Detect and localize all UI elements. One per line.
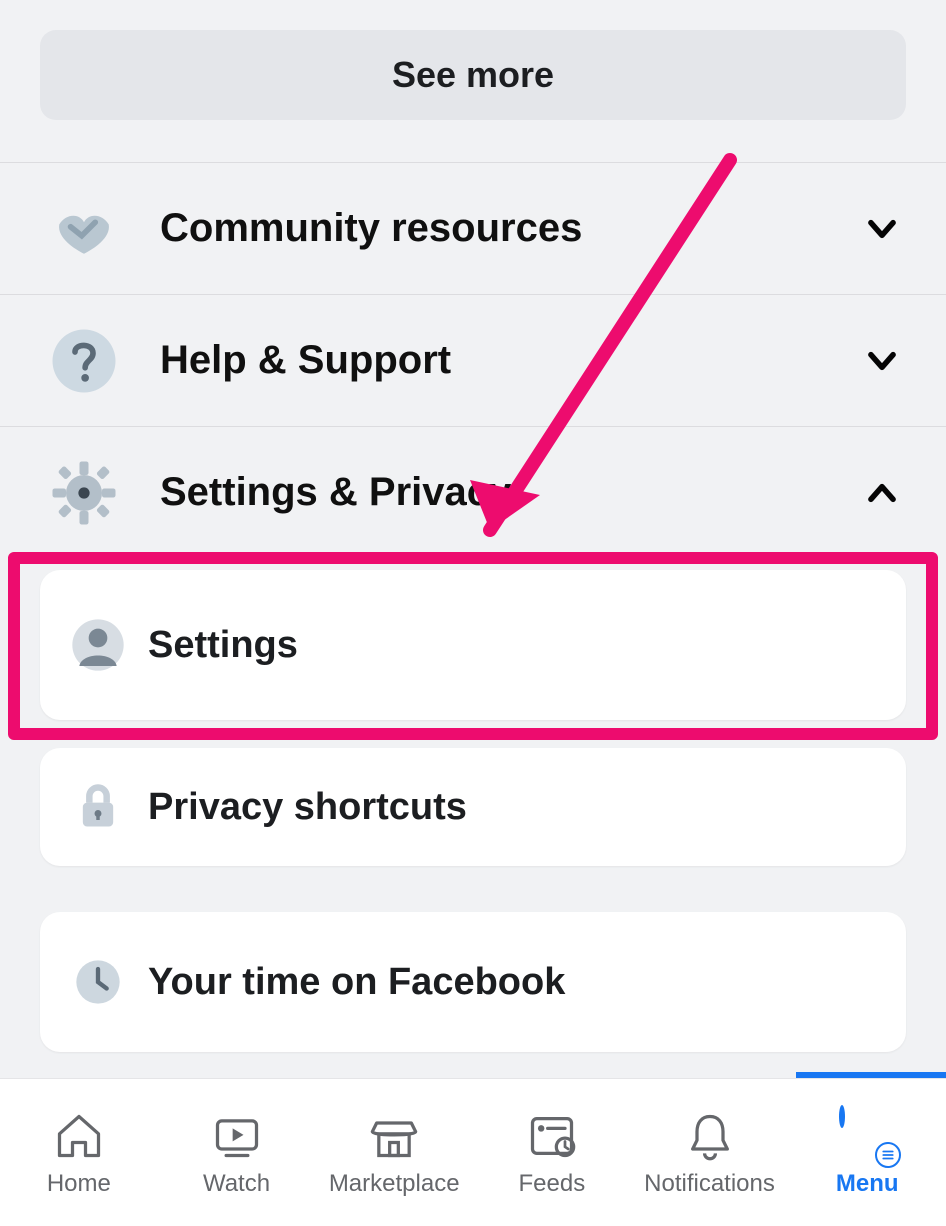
tab-watch[interactable]: Watch — [158, 1079, 316, 1226]
tab-label: Home — [47, 1170, 111, 1198]
clock-icon — [70, 954, 126, 1010]
menu-item-your-time[interactable]: Your time on Facebook — [40, 912, 906, 1052]
home-icon — [51, 1108, 107, 1164]
section-help-support[interactable]: Help & Support — [0, 294, 946, 426]
section-label: Help & Support — [160, 338, 858, 383]
section-label: Community resources — [160, 206, 858, 251]
tab-label: Marketplace — [329, 1170, 460, 1198]
see-more-label: See more — [392, 54, 554, 96]
gear-icon — [48, 457, 120, 529]
menu-item-settings[interactable]: Settings — [40, 570, 906, 720]
avatar — [839, 1108, 895, 1164]
tab-label: Watch — [203, 1170, 270, 1198]
lock-icon — [70, 779, 126, 835]
feeds-icon — [524, 1108, 580, 1164]
tab-home[interactable]: Home — [0, 1079, 158, 1226]
tab-menu[interactable]: Menu — [788, 1079, 946, 1226]
see-more-button[interactable]: See more — [40, 30, 906, 120]
watch-icon — [209, 1108, 265, 1164]
hamburger-icon — [875, 1142, 901, 1168]
tab-marketplace[interactable]: Marketplace — [315, 1079, 473, 1226]
menu-item-privacy-shortcuts[interactable]: Privacy shortcuts — [40, 748, 906, 866]
section-community-resources[interactable]: Community resources — [0, 162, 946, 294]
person-icon — [70, 617, 126, 673]
handshake-icon — [48, 193, 120, 265]
tab-label: Notifications — [644, 1170, 775, 1198]
chevron-down-icon — [858, 337, 906, 385]
menu-item-label: Your time on Facebook — [148, 961, 565, 1004]
bottom-tab-bar: Home Watch Marketplace — [0, 1078, 946, 1226]
marketplace-icon — [366, 1108, 422, 1164]
tab-label: Menu — [836, 1170, 899, 1198]
menu-item-label: Privacy shortcuts — [148, 786, 467, 829]
chevron-down-icon — [858, 205, 906, 253]
section-label: Settings & Privacy — [160, 470, 858, 515]
menu-item-label: Settings — [148, 624, 298, 667]
question-icon — [48, 325, 120, 397]
section-settings-privacy[interactable]: Settings & Privacy — [0, 426, 946, 558]
tab-label: Feeds — [519, 1170, 586, 1198]
chevron-up-icon — [858, 469, 906, 517]
tab-notifications[interactable]: Notifications — [631, 1079, 789, 1226]
bell-icon — [682, 1108, 738, 1164]
tab-feeds[interactable]: Feeds — [473, 1079, 631, 1226]
